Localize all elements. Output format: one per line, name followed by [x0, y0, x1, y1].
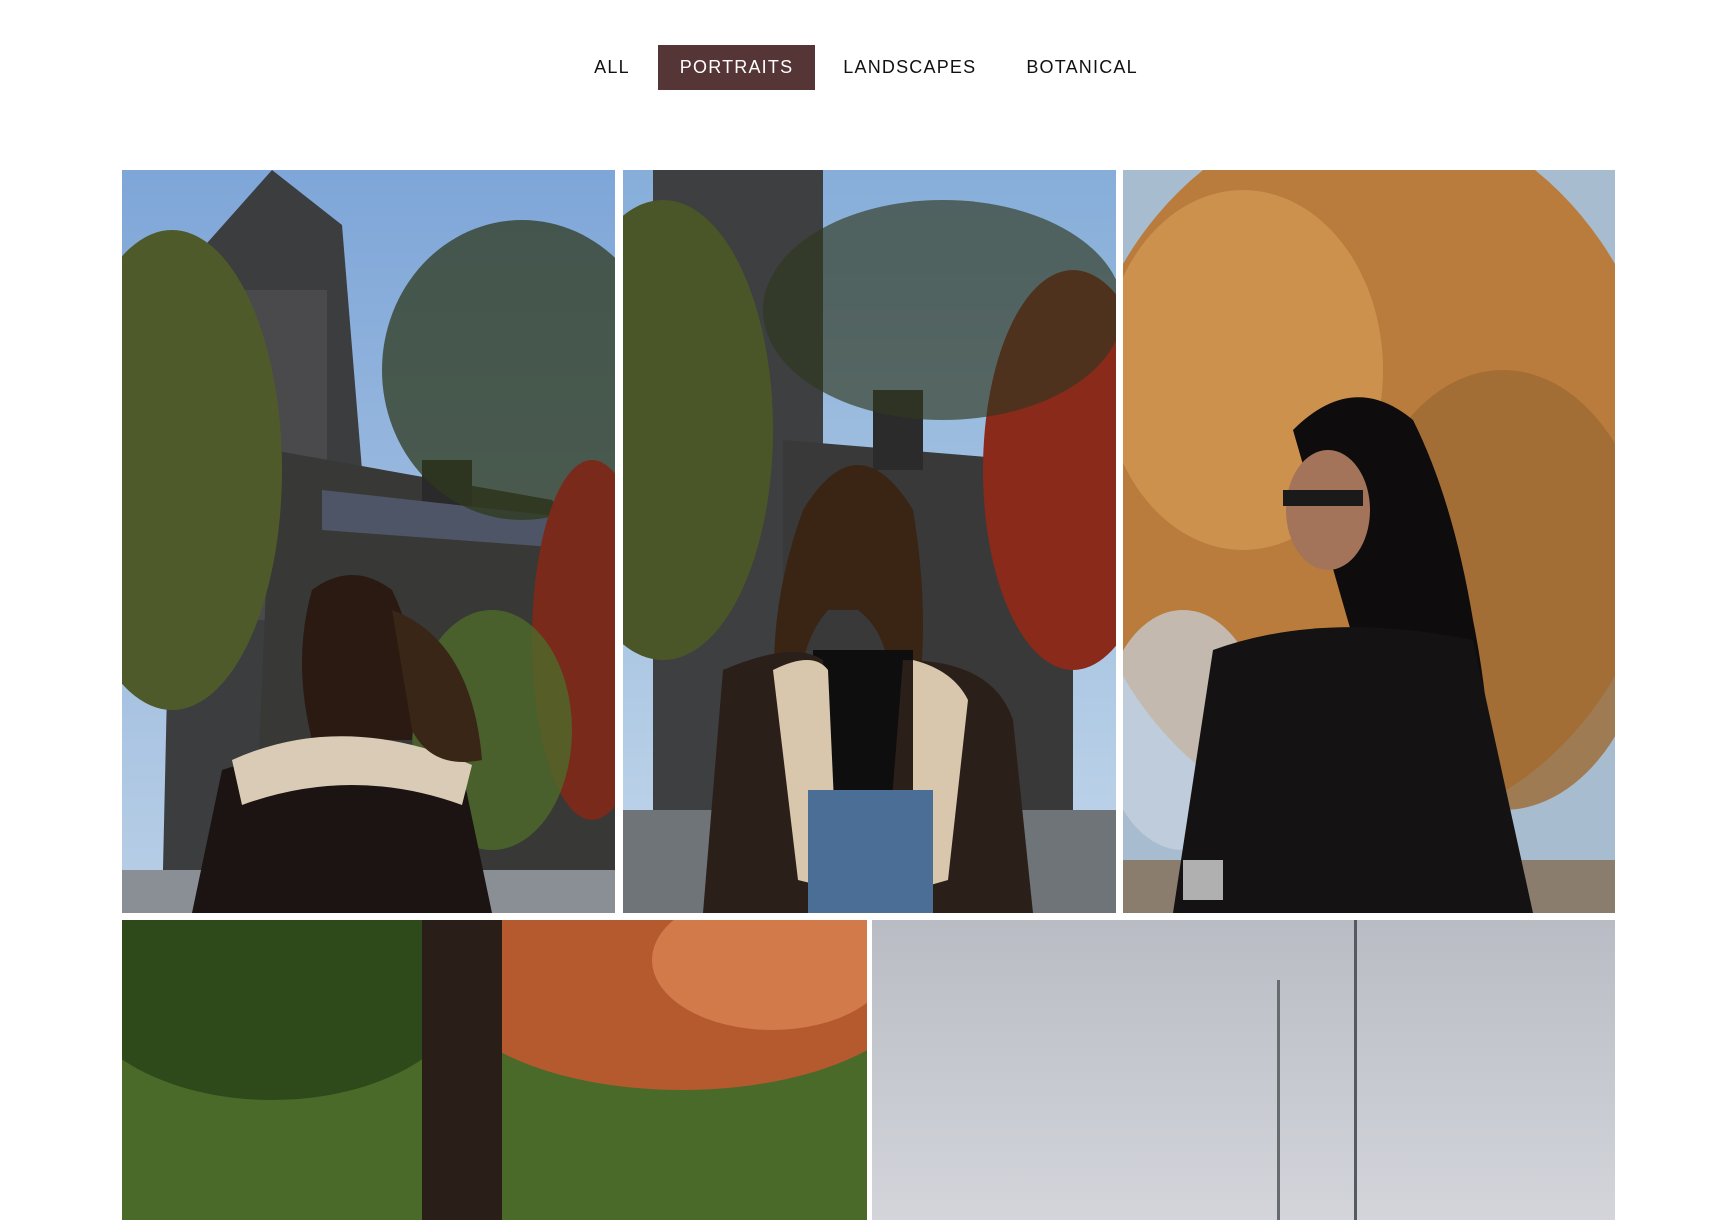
foliage-image: [122, 920, 867, 1220]
gallery-photo-portrait-3[interactable]: [1123, 170, 1615, 913]
gallery-filter-bar: ALL PORTRAITS LANDSCAPES BOTANICAL: [0, 45, 1732, 90]
gallery-photo-portrait-1[interactable]: [122, 170, 615, 913]
portrait-1-image: [122, 170, 615, 913]
waterfront-image: [872, 920, 1615, 1220]
filter-landscapes-button[interactable]: LANDSCAPES: [821, 45, 998, 90]
portrait-3-image: [1123, 170, 1615, 913]
gallery-photo-portrait-2[interactable]: [623, 170, 1116, 913]
filter-portraits-button[interactable]: PORTRAITS: [657, 45, 816, 90]
gallery-photo-4[interactable]: [122, 920, 867, 1220]
gallery-photo-5[interactable]: [872, 920, 1615, 1220]
filter-all-button[interactable]: ALL: [572, 45, 652, 90]
filter-botanical-button[interactable]: BOTANICAL: [1004, 45, 1160, 90]
portrait-2-image: [623, 170, 1116, 913]
